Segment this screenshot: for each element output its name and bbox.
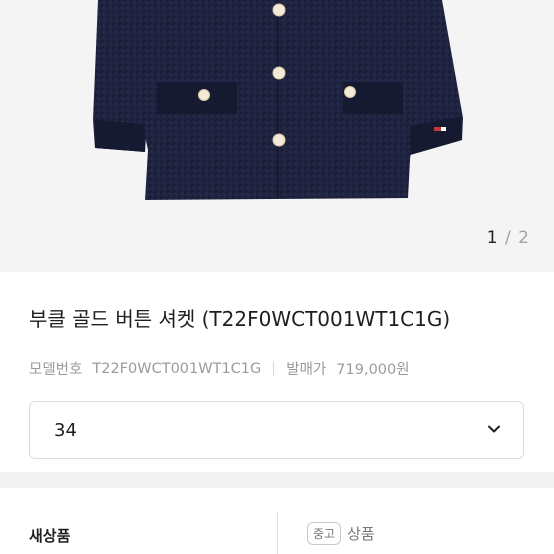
product-image-carousel[interactable]: 1 / 2 xyxy=(0,0,554,272)
model-value: T22F0WCT001WT1C1G xyxy=(92,360,262,377)
used-badge: 중고 xyxy=(307,522,342,545)
size-select[interactable]: 34 xyxy=(29,401,524,459)
condition-divider xyxy=(277,512,278,554)
image-pager: 1 / 2 xyxy=(487,228,530,248)
product-meta: 모델번호 T22F0WCT001WT1C1G 발매가 719,000원 xyxy=(29,358,410,379)
model-label: 모델번호 xyxy=(29,362,83,378)
meta-divider xyxy=(273,361,275,376)
pager-total: 2 xyxy=(518,228,530,248)
price-label: 발매가 xyxy=(286,362,327,378)
jacket-image xyxy=(93,0,463,200)
price-value: 719,000원 xyxy=(336,362,410,378)
pager-current: 1 xyxy=(486,228,499,248)
size-select-value: 34 xyxy=(54,420,77,441)
section-divider xyxy=(0,472,554,488)
chevron-down-icon xyxy=(488,425,500,433)
condition-new-tab[interactable]: 새상품 xyxy=(29,525,70,546)
used-label: 상품 xyxy=(347,525,375,543)
condition-used-tab[interactable]: 중고 상품 xyxy=(307,522,375,545)
product-title: 부클 골드 버튼 셔켓 (T22F0WCT001WT1C1G) xyxy=(29,307,451,331)
pager-separator: / xyxy=(505,228,512,248)
